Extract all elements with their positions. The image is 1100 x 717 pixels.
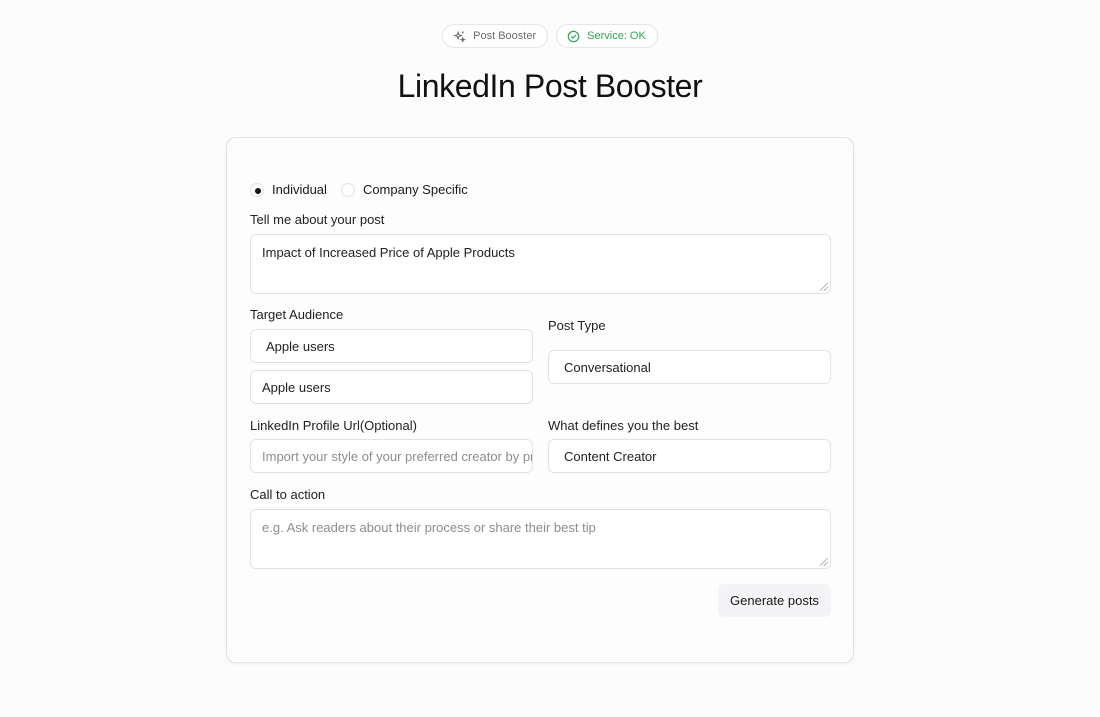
target-audience-label: Target Audience (250, 307, 344, 322)
radio-company-label: Company Specific (362, 182, 468, 197)
profile-url-placeholder: Import your style of your preferred crea… (262, 448, 533, 464)
target-audience-input[interactable]: Apple users (250, 370, 533, 404)
post-type-label: Post Type (548, 318, 606, 333)
target-audience-input-value: Apple users (262, 379, 331, 395)
post-booster-badge: Post Booster (442, 24, 549, 48)
service-status-label: Service: OK (587, 30, 646, 42)
radio-individual[interactable]: Individual (250, 182, 327, 197)
resize-grip-icon[interactable] (820, 283, 828, 291)
radio-individual-label: Individual (272, 182, 327, 197)
service-status-badge: Service: OK (556, 24, 658, 48)
call-to-action-label: Call to action (250, 487, 326, 502)
post-type-select[interactable]: Conversational (548, 350, 831, 384)
post-form-card: Individual Company Specific Tell me abou… (226, 137, 854, 663)
call-to-action-placeholder: e.g. Ask readers about their process or … (262, 520, 596, 535)
defines-you-label: What defines you the best (548, 418, 699, 433)
page-title: LinkedIn Post Booster (397, 68, 703, 104)
target-audience-select[interactable]: Apple users (250, 329, 533, 363)
target-audience-selected: Apple users (266, 338, 335, 354)
defines-you-value: Content Creator (564, 448, 657, 464)
mode-radio-group: Individual Company Specific (250, 182, 468, 197)
post-type-value: Conversational (564, 359, 651, 375)
post-topic-label: Tell me about your post (250, 212, 385, 227)
radio-company-control[interactable] (340, 182, 355, 197)
post-topic-textarea[interactable]: Impact of Increased Price of Apple Produ… (250, 234, 831, 294)
header-badges: Post Booster Service: OK (0, 24, 1100, 48)
profile-url-label: LinkedIn Profile Url(Optional) (250, 418, 417, 433)
profile-url-input[interactable]: Import your style of your preferred crea… (250, 439, 533, 473)
defines-you-select[interactable]: Content Creator (548, 439, 831, 473)
radio-company-specific[interactable]: Company Specific (340, 182, 468, 197)
sparkles-icon (453, 30, 467, 43)
check-circle-icon (567, 30, 580, 43)
post-booster-label: Post Booster (473, 30, 537, 42)
resize-grip-icon[interactable] (820, 558, 828, 566)
radio-individual-control[interactable] (250, 182, 264, 197)
post-topic-value: Impact of Increased Price of Apple Produ… (262, 245, 515, 260)
call-to-action-textarea[interactable]: e.g. Ask readers about their process or … (250, 509, 831, 569)
generate-posts-button[interactable]: Generate posts (718, 584, 831, 617)
